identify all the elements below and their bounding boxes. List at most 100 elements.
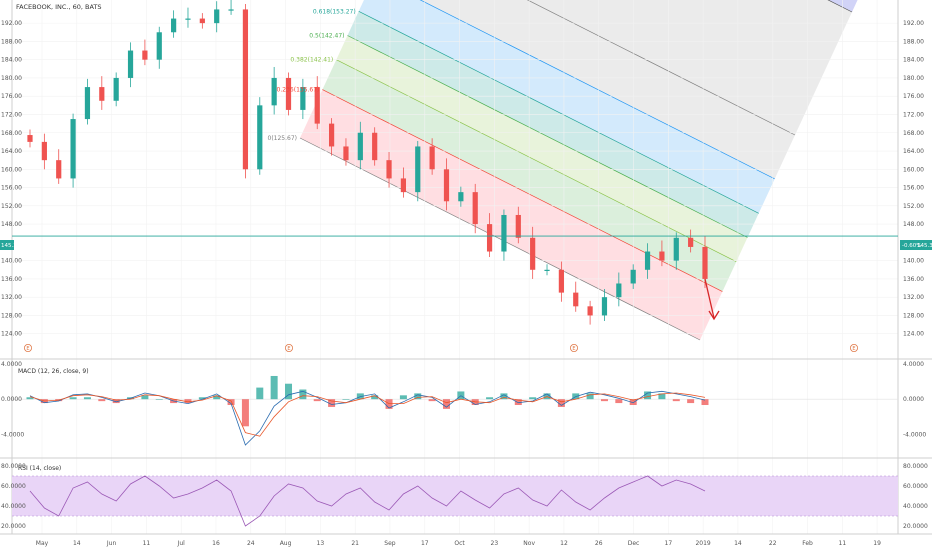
- current-price-badge-right: -0.60% 145.38: [900, 240, 932, 250]
- candle-body[interactable]: [587, 306, 593, 316]
- candle-body[interactable]: [616, 283, 622, 298]
- price-tick-left: 164.00: [1, 148, 22, 155]
- price-tick-left: 152.00: [1, 203, 22, 210]
- candle-body[interactable]: [70, 119, 76, 179]
- candle-body[interactable]: [486, 224, 493, 252]
- candle-body[interactable]: [242, 9, 249, 170]
- symbol-title: FACEBOOK, INC., 60, BATS: [16, 3, 102, 11]
- time-tick: May: [36, 540, 49, 547]
- candle-body[interactable]: [601, 297, 608, 316]
- time-tick: 14: [73, 540, 81, 547]
- candle-body[interactable]: [127, 50, 134, 78]
- price-tick-right: 164.00: [903, 148, 924, 155]
- candle-body[interactable]: [41, 141, 47, 161]
- candle-body[interactable]: [257, 105, 263, 170]
- candle-body[interactable]: [458, 192, 464, 202]
- macd-histogram-bar: [270, 375, 278, 400]
- candle-body[interactable]: [142, 50, 148, 60]
- candle-body[interactable]: [357, 132, 363, 161]
- candle-body[interactable]: [343, 146, 349, 161]
- candle-body[interactable]: [214, 9, 220, 24]
- time-tick: Jul: [177, 540, 186, 547]
- price-tick-left: 132.00: [1, 294, 22, 301]
- candle-body[interactable]: [573, 292, 579, 307]
- candle-body[interactable]: [558, 269, 564, 293]
- rsi-band: [12, 476, 898, 516]
- candle-body[interactable]: [630, 269, 636, 284]
- price-tick-left: 128.00: [1, 312, 22, 319]
- macd-title[interactable]: MACD (12, 26, close, 9): [18, 368, 89, 375]
- time-tick: Nov: [523, 540, 535, 547]
- candle-body[interactable]: [472, 192, 478, 225]
- time-tick: 17: [665, 540, 673, 547]
- macd-tick-left: 0.0000: [1, 396, 22, 403]
- time-tick: 23: [491, 540, 499, 547]
- current-price-left: 145.38: [1, 243, 21, 249]
- time-tick: 11: [143, 540, 151, 547]
- price-tick-left: 180.00: [1, 75, 22, 82]
- candle-body[interactable]: [688, 237, 694, 247]
- event-marker-label-3: E: [852, 346, 855, 352]
- candle-body[interactable]: [99, 87, 105, 101]
- time-tick: Jun: [106, 540, 117, 547]
- candle-body[interactable]: [199, 18, 205, 24]
- candle-body[interactable]: [113, 77, 119, 101]
- candle-body[interactable]: [171, 18, 177, 33]
- macd-tick-right: -4.0000: [903, 431, 926, 438]
- candle-body[interactable]: [659, 251, 665, 261]
- candle-body[interactable]: [673, 237, 679, 261]
- candle-body[interactable]: [27, 135, 33, 142]
- price-tick-left: 184.00: [1, 57, 22, 64]
- candle-body[interactable]: [84, 87, 91, 120]
- rsi-tick-left: 40.0000: [1, 503, 26, 510]
- price-tick-right: 136.00: [903, 276, 924, 283]
- candle-body[interactable]: [644, 251, 651, 270]
- time-tick: 12: [560, 540, 568, 547]
- candle-body[interactable]: [702, 246, 708, 279]
- price-tick-left: 188.00: [1, 38, 22, 45]
- candle-body[interactable]: [429, 146, 435, 170]
- price-tick-left: 148.00: [1, 221, 22, 228]
- candle-body[interactable]: [415, 146, 421, 193]
- price-tick-left: 192.00: [1, 20, 22, 27]
- stock-chart[interactable]: 1(148.71)0.786(156.50)0.618(153.27)0.5(1…: [0, 0, 932, 550]
- candle-body[interactable]: [515, 214, 521, 238]
- time-tick: Aug: [280, 540, 292, 547]
- time-tick: 17: [421, 540, 429, 547]
- candle-body[interactable]: [530, 237, 536, 270]
- candle-body[interactable]: [386, 160, 392, 179]
- candle-body[interactable]: [285, 77, 292, 110]
- macd-histogram-bar: [342, 399, 350, 400]
- time-tick: 24: [247, 540, 255, 547]
- candle-body[interactable]: [544, 269, 550, 271]
- macd-histogram-bar: [529, 397, 537, 400]
- time-tick: 22: [769, 540, 777, 547]
- macd-histogram-bar: [155, 399, 163, 400]
- time-tick: 26: [595, 540, 603, 547]
- candle-body[interactable]: [185, 18, 191, 20]
- event-marker-label-0: E: [26, 346, 29, 352]
- candle-body[interactable]: [501, 214, 507, 252]
- price-tick-left: 140.00: [1, 258, 22, 265]
- rsi-title[interactable]: RSI (14, close): [18, 465, 61, 472]
- candle-body[interactable]: [372, 132, 378, 161]
- rsi-tick-right: 80.0000: [903, 463, 928, 470]
- candle-body[interactable]: [56, 160, 62, 179]
- price-tick-right: 176.00: [903, 93, 924, 100]
- candle-body[interactable]: [156, 32, 162, 60]
- candle-body[interactable]: [228, 9, 234, 11]
- price-tick-right: 168.00: [903, 130, 924, 137]
- macd-histogram-bar: [672, 399, 680, 402]
- time-tick: 16: [212, 540, 220, 547]
- price-tick-right: 124.00: [903, 331, 924, 338]
- time-tick: Sep: [384, 540, 396, 547]
- price-tick-right: 180.00: [903, 75, 924, 82]
- price-tick-right: 152.00: [903, 203, 924, 210]
- candle-body[interactable]: [400, 178, 407, 193]
- candle-body[interactable]: [328, 123, 335, 147]
- rsi-tick-left: 60.0000: [1, 483, 26, 490]
- macd-histogram-bar: [313, 399, 321, 402]
- candle-body[interactable]: [443, 169, 450, 202]
- price-tick-right: 140.00: [903, 258, 924, 265]
- event-marker-label-1: E: [287, 346, 290, 352]
